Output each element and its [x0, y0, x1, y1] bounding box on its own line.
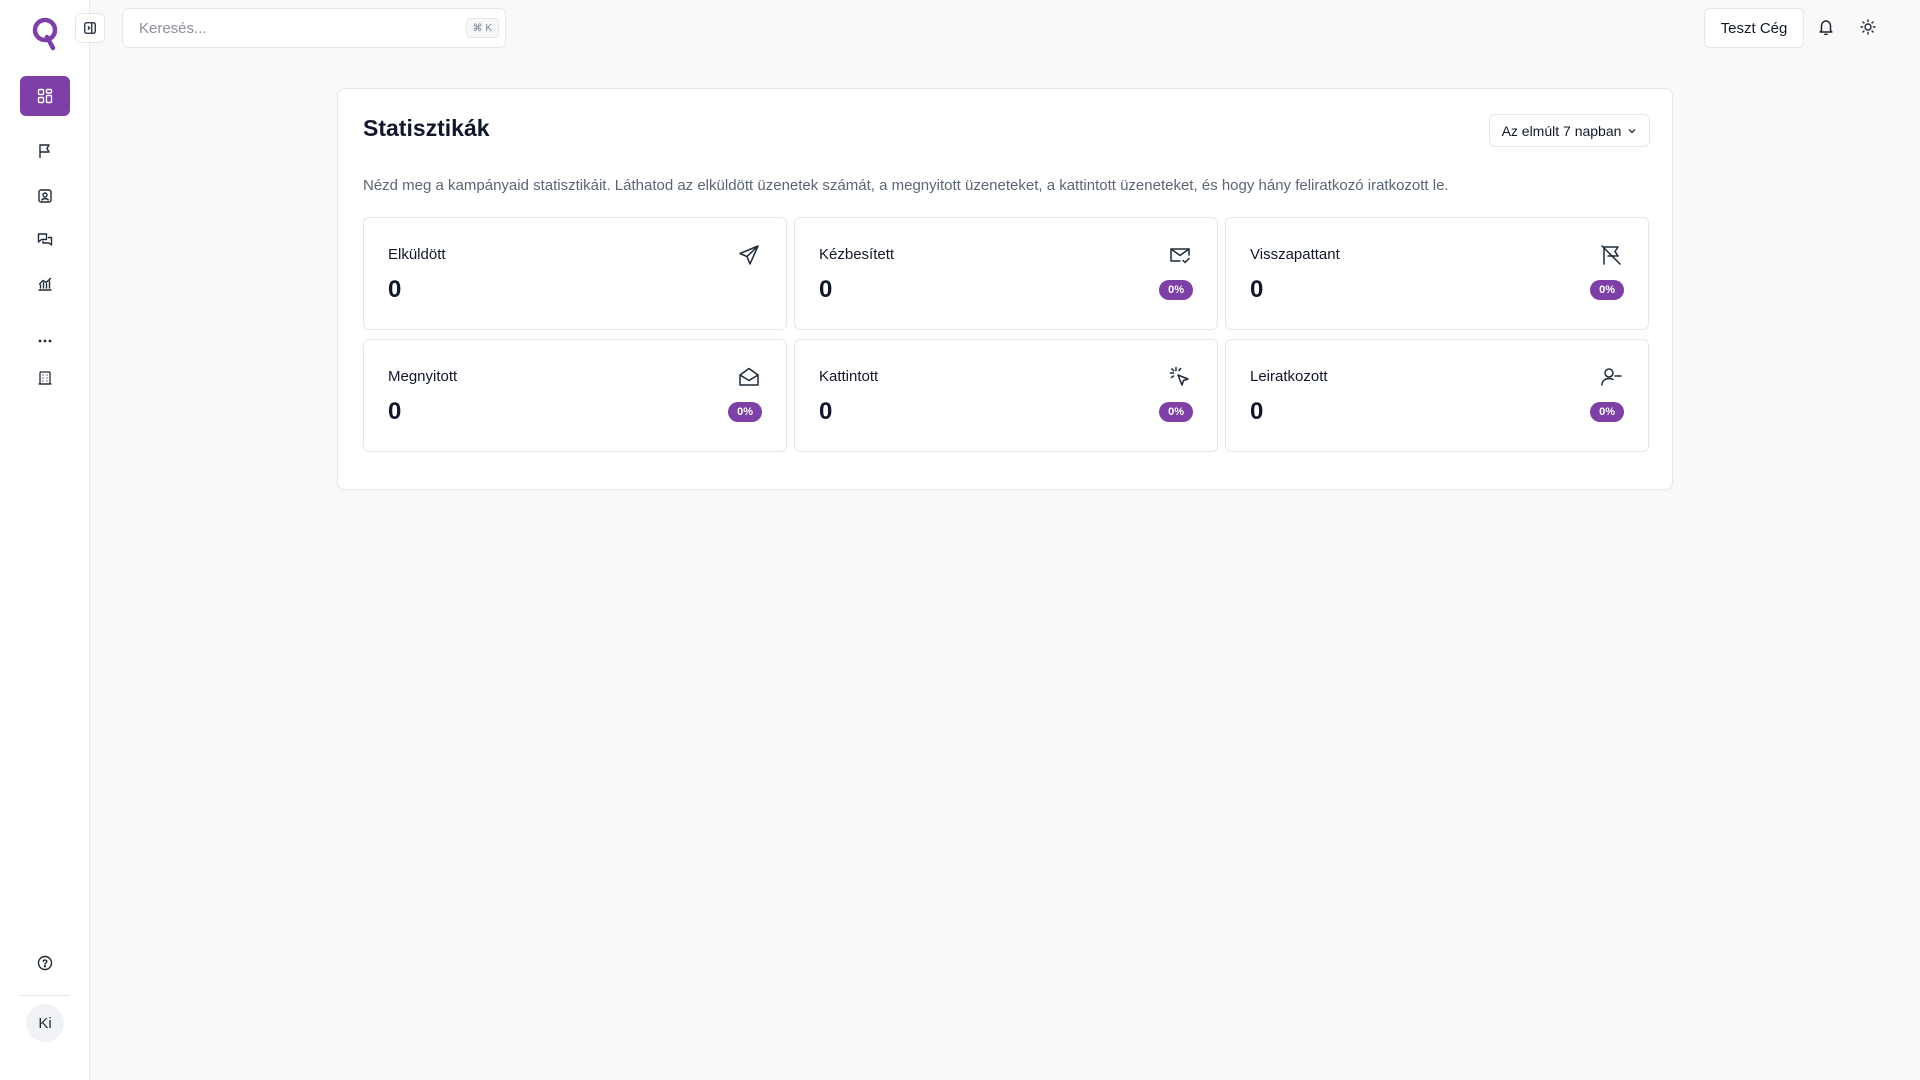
stat-label: Leiratkozott: [1250, 368, 1328, 385]
sidebar-item-more[interactable]: [20, 321, 70, 361]
help-circle-icon: [37, 955, 53, 971]
search-shortcut-hint: ⌘ K: [465, 18, 499, 38]
date-range-select[interactable]: Az elmúlt 7 napban: [1489, 114, 1650, 147]
stat-percentage-badge: 0%: [1159, 280, 1193, 300]
search-input[interactable]: [139, 19, 489, 37]
stat-label: Visszapattant: [1250, 246, 1340, 263]
stat-card-bounced: Visszapattant 0 0%: [1225, 217, 1649, 330]
stat-percentage-badge: 0%: [1590, 280, 1624, 300]
search-bar[interactable]: ⌘ K: [122, 8, 506, 48]
pointer-click-icon: [1167, 364, 1193, 390]
mail-check-icon: [1167, 242, 1193, 268]
panel-left-icon: [84, 22, 96, 34]
stat-percentage-badge: 0%: [1159, 402, 1193, 422]
sidebar-item-analytics[interactable]: [20, 264, 70, 304]
notifications-button[interactable]: [1813, 14, 1839, 40]
date-range-label: Az elmúlt 7 napban: [1501, 122, 1622, 139]
more-icon: [38, 339, 52, 343]
stat-card-delivered: Kézbesített 0 0%: [794, 217, 1218, 330]
sidebar-item-campaigns[interactable]: [20, 131, 70, 171]
analytics-icon: [38, 277, 52, 291]
page-title: Statisztikák: [363, 115, 490, 141]
stat-card-opened: Megnyitott 0 0%: [363, 339, 787, 452]
sidebar-item-messages[interactable]: [20, 220, 70, 260]
help-button[interactable]: [20, 943, 70, 983]
stat-value: 0: [388, 398, 402, 425]
flag-off-icon: [1598, 242, 1624, 268]
stat-value: 0: [1250, 276, 1264, 303]
sidebar-toggle-button[interactable]: [75, 13, 105, 43]
statistics-description: Nézd meg a kampányaid statisztikáit. Lát…: [363, 177, 1449, 194]
theme-toggle-button[interactable]: [1855, 14, 1881, 40]
stat-card-unsubscribed: Leiratkozott 0 0%: [1225, 339, 1649, 452]
stat-label: Megnyitott: [388, 368, 458, 385]
stat-value: 0: [1250, 398, 1264, 425]
bell-icon: [1819, 20, 1833, 36]
stat-value: 0: [388, 276, 402, 303]
app-logo[interactable]: [31, 17, 59, 51]
flag-icon: [39, 144, 50, 158]
chevron-down-icon: [1628, 128, 1636, 133]
sidebar-divider: [20, 995, 70, 996]
stat-percentage-badge: 0%: [728, 402, 762, 422]
send-icon: [736, 242, 762, 268]
stat-label: Elküldött: [388, 246, 446, 263]
messages-icon: [37, 233, 53, 246]
dashboard-icon: [37, 88, 53, 104]
sidebar: Ki: [0, 0, 90, 1080]
sidebar-item-company[interactable]: [20, 358, 70, 398]
user-minus-icon: [1598, 364, 1624, 390]
stat-value: 0: [819, 398, 833, 425]
mail-open-icon: [736, 364, 762, 390]
stat-percentage-badge: 0%: [1590, 402, 1624, 422]
company-switcher-button[interactable]: Teszt Cég: [1704, 8, 1804, 48]
sidebar-item-dashboard[interactable]: [20, 76, 70, 116]
sidebar-item-contacts[interactable]: [20, 176, 70, 216]
statistics-card: Statisztikák Az elmúlt 7 napban Nézd meg…: [337, 88, 1673, 490]
building-icon: [38, 371, 52, 385]
avatar[interactable]: Ki: [26, 1004, 64, 1042]
stat-card-sent: Elküldött 0: [363, 217, 787, 330]
stat-value: 0: [819, 276, 833, 303]
app-root: Ki ⌘ K Teszt Cég Statisztikák Az elmúlt …: [0, 0, 1920, 1080]
stat-label: Kézbesített: [819, 246, 895, 263]
sun-icon: [1860, 19, 1876, 35]
contacts-icon: [38, 189, 52, 203]
stat-card-clicked: Kattintott 0 0%: [794, 339, 1218, 452]
stat-label: Kattintott: [819, 368, 879, 385]
